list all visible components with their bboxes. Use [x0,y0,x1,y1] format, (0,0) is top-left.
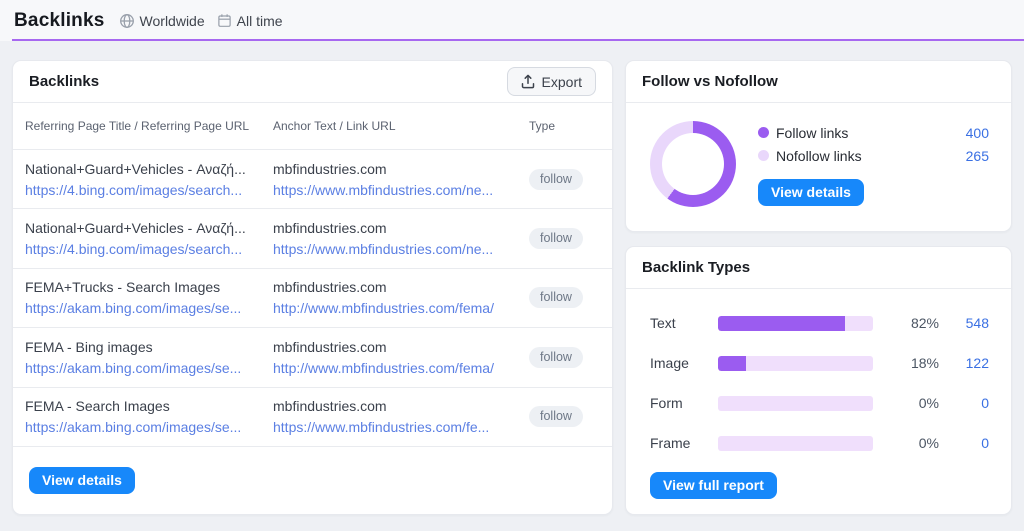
types-footer: View full report [626,463,1011,500]
type-percentage: 0% [918,435,939,451]
anchor-text: mbfindustries.com [273,160,387,177]
globe-icon [119,13,135,29]
type-row-form: Form 0% 0 [650,383,989,423]
follow-card-title: Follow vs Nofollow [642,73,778,90]
anchor-text: mbfindustries.com [273,338,387,355]
column-header-referring: Referring Page Title / Referring Page UR… [25,119,250,133]
backlink-types-card: Backlink Types Text 82% 548 Image 18% 12… [625,246,1012,515]
export-label: Export [541,73,582,90]
table-row: National+Guard+Vehicles - Αναζή... https… [13,150,612,210]
donut-legend: Follow links 400 Nofollow links 265 View… [758,121,989,207]
link-url-link[interactable]: https://www.mbfindustries.com/ne... [273,241,515,257]
scope-label: Worldwide [139,12,205,29]
donut-hole [662,133,724,195]
type-badge: follow [529,228,583,250]
backlinks-card-header: Backlinks Export [13,61,612,103]
type-percentage: 18% [910,355,939,371]
type-label: Frame [650,435,691,451]
table-body: National+Guard+Vehicles - Αναζή... https… [13,150,612,447]
follow-legend-label: Follow links [776,124,849,141]
follow-card-header: Follow vs Nofollow [626,61,1011,103]
type-row-frame: Frame 0% 0 [650,423,989,463]
nofollow-legend-label: Nofollow links [776,147,862,164]
referring-page-url-link[interactable]: https://akam.bing.com/images/se... [25,360,259,376]
type-badge: follow [529,168,583,190]
link-url-link[interactable]: https://www.mbfindustries.com/ne... [273,182,515,198]
nofollow-count-link[interactable]: 265 [966,148,989,164]
legend-row-follow: Follow links 400 [758,121,989,144]
view-details-button[interactable]: View details [29,466,135,495]
legend-row-nofollow: Nofollow links 265 [758,144,989,167]
nofollow-dot-icon [758,150,769,161]
top-header: Backlinks Worldwide All time [0,0,1024,41]
type-label: Text [650,315,676,331]
link-url-link[interactable]: http://www.mbfindustries.com/fema/ [273,300,515,316]
calendar-icon [217,13,232,28]
table-row: FEMA+Trucks - Search Images https://akam… [13,269,612,329]
type-bar [718,395,873,411]
backlinks-card: Backlinks Export Referring Page Title / … [12,60,613,515]
column-header-anchor: Anchor Text / Link URL [273,119,396,133]
referring-page-title: FEMA - Bing images [25,338,153,355]
type-count-link[interactable]: 548 [939,315,989,331]
referring-page-url-link[interactable]: https://4.bing.com/images/search... [25,241,259,257]
view-details-button[interactable]: View details [758,179,864,207]
type-percentage: 82% [910,315,939,331]
type-count-link[interactable]: 122 [939,355,989,371]
type-badge: follow [529,287,583,309]
follow-nofollow-donut-chart [650,121,736,207]
type-badge: follow [529,406,583,428]
period-all-time[interactable]: All time [217,13,283,29]
backlinks-card-title: Backlinks [29,73,100,90]
table-row: National+Guard+Vehicles - Αναζή... https… [13,209,612,269]
table-header-row: Referring Page Title / Referring Page UR… [13,103,612,150]
referring-page-title: FEMA - Search Images [25,398,170,415]
legend-button-wrap: View details [758,179,989,207]
follow-dot-icon [758,127,769,138]
type-bar [718,435,873,451]
anchor-text: mbfindustries.com [273,279,387,296]
page-title: Backlinks [14,9,105,31]
type-count-link[interactable]: 0 [939,435,989,451]
type-bar-fill [718,355,746,371]
referring-page-title: National+Guard+Vehicles - Αναζή... [25,220,246,237]
type-label: Form [650,395,683,411]
purple-divider [12,39,1024,41]
scope-worldwide[interactable]: Worldwide [119,13,205,29]
export-button[interactable]: Export [506,67,596,96]
referring-page-url-link[interactable]: https://akam.bing.com/images/se... [25,300,259,316]
type-row-text: Text 82% 548 [650,303,989,343]
referring-page-title: National+Guard+Vehicles - Αναζή... [25,160,246,177]
follow-vs-nofollow-card: Follow vs Nofollow Follow links 400 Nofo… [625,60,1012,232]
follow-count-link[interactable]: 400 [966,125,989,141]
type-row-image: Image 18% 122 [650,343,989,383]
link-url-link[interactable]: https://www.mbfindustries.com/fe... [273,419,515,435]
referring-page-url-link[interactable]: https://akam.bing.com/images/se... [25,419,259,435]
type-label: Image [650,355,689,371]
table-footer: View details [13,447,612,514]
anchor-text: mbfindustries.com [273,220,387,237]
anchor-text: mbfindustries.com [273,398,387,415]
link-url-link[interactable]: http://www.mbfindustries.com/fema/ [273,360,515,376]
type-percentage: 0% [918,395,939,411]
types-card-title: Backlink Types [642,259,751,276]
period-label: All time [236,12,283,29]
column-header-type: Type [529,119,556,133]
type-bar-fill [718,315,846,331]
table-row: FEMA - Search Images https://akam.bing.c… [13,388,612,447]
type-bar [718,315,873,331]
type-count-link[interactable]: 0 [939,395,989,411]
table-row: FEMA - Bing images https://akam.bing.com… [13,328,612,388]
follow-card-body: Follow links 400 Nofollow links 265 View… [626,103,1011,207]
type-badge: follow [529,346,583,368]
referring-page-title: FEMA+Trucks - Search Images [25,279,221,296]
types-card-body: Text 82% 548 Image 18% 122 Form 0% 0 Fra… [626,289,1011,463]
referring-page-url-link[interactable]: https://4.bing.com/images/search... [25,182,259,198]
type-bar [718,355,873,371]
view-full-report-button[interactable]: View full report [650,472,777,500]
export-icon [521,74,535,89]
types-card-header: Backlink Types [626,247,1011,289]
